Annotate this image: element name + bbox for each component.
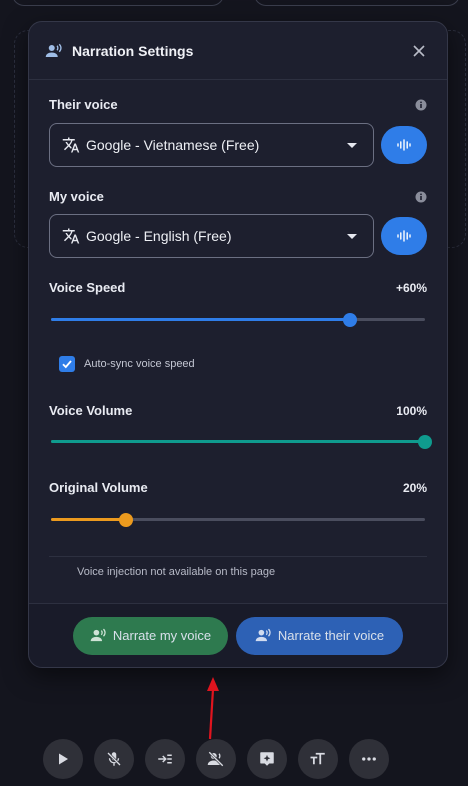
original-volume-label: Original Volume [49,480,148,495]
indent-icon [158,754,172,764]
info-icon[interactable] [415,191,427,203]
slider-fill [51,440,425,443]
more-button[interactable] [349,739,389,779]
speaker-off-icon [207,751,224,767]
voice-volume-value: 100% [396,403,427,418]
auto-sync-checkbox[interactable] [59,356,75,372]
voice-speed-value: +60% [395,280,427,295]
slider-fill [51,518,126,521]
their-voice-label: Their voice [49,97,118,112]
annotation-arrow [207,677,219,740]
voice-volume-slider[interactable] [51,435,432,449]
speaker-person-icon [255,627,272,644]
their-voice-header: Their voice [49,97,427,112]
chevron-down-icon [347,233,357,239]
text-size-icon [310,752,325,765]
narration-toggle-button[interactable] [196,739,236,779]
slider-thumb[interactable] [418,435,432,449]
my-voice-value: Google - English (Free) [86,228,232,244]
bottom-toolbar [43,739,389,779]
narration-settings-panel: Narration Settings Their voice Google - … [28,21,448,668]
divider [49,556,427,557]
original-volume-slider[interactable] [51,513,425,527]
chevron-down-icon [347,142,357,148]
translate-icon [62,136,80,154]
narrate-my-voice-button[interactable]: Narrate my voice [73,616,228,655]
narrate-their-voice-label: Narrate their voice [277,628,385,643]
speaker-person-icon [45,42,63,60]
check-icon [62,360,72,369]
my-voice-header: My voice [49,189,427,204]
indent-button[interactable] [145,739,185,779]
their-voice-value: Google - Vietnamese (Free) [86,137,260,153]
their-voice-row: Google - Vietnamese (Free) [49,123,427,167]
info-icon[interactable] [415,99,427,111]
slider-thumb[interactable] [119,513,133,527]
add-comment-icon [260,752,274,766]
waveform-icon [397,139,411,151]
voice-volume-label: Voice Volume [49,403,133,418]
speaker-person-icon [90,627,107,644]
panel-footer: Narrate my voice Narrate their voice [29,603,447,667]
voice-volume-header: Voice Volume 100% [49,403,427,418]
panel-title: Narration Settings [72,42,194,59]
add-comment-button[interactable] [247,739,287,779]
more-icon [362,757,376,761]
voice-speed-slider[interactable] [51,313,425,327]
waveform-icon [397,230,411,242]
their-voice-select[interactable]: Google - Vietnamese (Free) [49,123,374,167]
close-button[interactable] [407,39,431,63]
narrate-their-voice-button[interactable]: Narrate their voice [236,616,403,655]
my-voice-label: My voice [49,189,104,204]
slider-thumb[interactable] [343,313,357,327]
panel-header: Narration Settings [29,22,447,80]
voice-injection-note: Voice injection not available on this pa… [77,566,276,578]
auto-sync-checkbox-row[interactable]: Auto-sync voice speed [59,356,195,372]
background-element [12,0,224,6]
mic-off-icon [107,752,121,766]
background-element [254,0,460,6]
original-volume-header: Original Volume 20% [49,480,427,495]
mute-mic-button[interactable] [94,739,134,779]
my-voice-row: Google - English (Free) [49,214,427,258]
translate-icon [62,227,80,245]
original-volume-value: 20% [402,480,427,495]
narrate-my-voice-label: Narrate my voice [112,628,212,643]
voice-speed-label: Voice Speed [49,280,126,295]
test-my-voice-button[interactable] [381,217,427,255]
play-button[interactable] [43,739,83,779]
test-their-voice-button[interactable] [381,126,427,164]
my-voice-select[interactable]: Google - English (Free) [49,214,374,258]
text-size-button[interactable] [298,739,338,779]
close-icon [413,44,425,57]
auto-sync-label: Auto-sync voice speed [84,358,195,370]
voice-speed-header: Voice Speed +60% [49,280,427,295]
slider-fill [51,318,350,321]
play-icon [59,753,68,765]
